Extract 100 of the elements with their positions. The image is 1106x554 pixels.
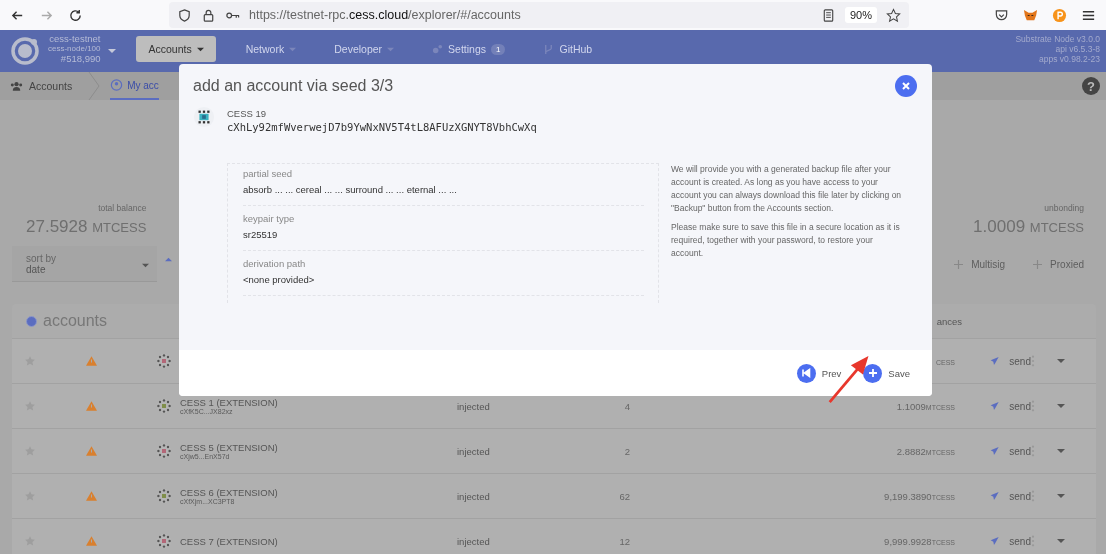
send-button[interactable]: send (990, 355, 1031, 367)
notification-badge: 1 (491, 43, 506, 55)
account-name: CESS 5 (EXTENSION) (180, 442, 279, 453)
caret-icon (142, 262, 149, 269)
help-button[interactable]: ? (1082, 77, 1100, 95)
warning-icon (86, 356, 97, 366)
identicon-icon (193, 106, 215, 128)
send-button[interactable]: send (990, 400, 1031, 412)
warning-icon (86, 401, 97, 411)
version-text: apps v0.98.2-23 (1039, 54, 1100, 64)
save-button[interactable]: Save (863, 363, 910, 383)
caret-icon[interactable] (108, 47, 117, 55)
paper-plane-icon (990, 400, 1000, 412)
send-button[interactable]: send (990, 535, 1031, 547)
identicon-icon (156, 398, 172, 414)
zoom-level[interactable]: 90% (844, 7, 877, 23)
reload-icon[interactable] (68, 7, 83, 23)
field-value: sr25519 (243, 229, 279, 240)
modal-title: add an account via seed 3/3 (193, 77, 394, 95)
user-icon (110, 79, 124, 91)
field-value: absorb ... ... cereal ... ... surround ... ... eternal ... ... (243, 184, 458, 195)
plus-icon (1033, 259, 1043, 269)
sort-dropdown[interactable]: sort by date (12, 246, 157, 282)
account-name: CESS 19 (227, 108, 268, 119)
field-label: partial seed (243, 168, 294, 179)
help-paragraph: We will provide you with a generated backup file after your account is created. As long as you have access to your account you can always download this file later by clicking on "Backup" button from the Accounts section. (671, 163, 903, 215)
table-cell-text: injected (457, 490, 491, 502)
summary-value: 27.5928 MTCESS (26, 217, 147, 237)
version-text: Substrate Node v3.0.0 (1015, 34, 1100, 44)
paper-plane-icon (990, 535, 1000, 547)
table-cell-text: injected (457, 445, 491, 457)
shield-icon (177, 7, 192, 23)
button-icon (796, 363, 816, 383)
caret-icon[interactable] (1057, 492, 1065, 500)
identicon-icon (156, 533, 172, 549)
account-name: CESS 7 (EXTENSION) (180, 535, 279, 547)
plus-icon (954, 259, 964, 269)
send-button[interactable]: send (990, 490, 1031, 502)
caret-icon (387, 45, 395, 53)
identicon-icon (156, 353, 172, 369)
users-icon (10, 80, 23, 92)
sort-direction-icon[interactable] (165, 255, 172, 263)
account-address: cXhLy92mfWverwejD7b9YwNxNV5T4tL8AFUzXGNYT8VbhCwXq (227, 121, 537, 133)
nav-tab[interactable]: Network (237, 36, 305, 62)
field-label: derivation path (243, 258, 307, 269)
warning-icon (86, 491, 97, 501)
paper-plane-icon (990, 445, 1000, 457)
nav-tab[interactable]: Accounts (136, 36, 216, 62)
caret-icon[interactable] (1057, 447, 1065, 455)
caret-icon[interactable] (1057, 537, 1065, 545)
dot-icon (26, 315, 37, 327)
table-cell-text: 4 (623, 400, 630, 412)
account-name: CESS 1 (EXTENSION) (180, 397, 279, 408)
version-text: api v6.5.3-8 (1055, 44, 1100, 54)
column-header: ances (936, 315, 962, 327)
warning-icon (86, 536, 97, 546)
table-cell-text: injected (457, 535, 491, 547)
help-paragraph: Please make sure to save this file in a secure location as it is required, together with your password, to restore your account. (671, 221, 901, 260)
account-name: CESS 6 (EXTENSION) (180, 487, 279, 498)
close-icon (901, 81, 911, 91)
add-button[interactable]: Proxied (1033, 258, 1084, 270)
nav-tab[interactable]: Developer (326, 36, 403, 62)
warning-icon (86, 446, 97, 456)
table-cell-text: injected (457, 400, 491, 412)
summary-value: 1.0009 MTCESS (973, 217, 1084, 237)
summary-label: unbonding (1044, 203, 1084, 213)
fork-icon (543, 43, 555, 55)
logo-icon (10, 36, 40, 66)
caret-icon[interactable] (1057, 357, 1065, 365)
nav-tab[interactable]: Settings 1 (424, 36, 514, 62)
identicon-icon (156, 488, 172, 504)
field-value: <none provided> (243, 274, 316, 285)
paper-plane-icon (990, 490, 1000, 502)
breadcrumb-tab[interactable]: My acc (110, 72, 159, 100)
prev-button[interactable]: Prev (796, 363, 842, 383)
address-bar[interactable]: https://testnet-rpc.cess.cloud/explorer/#/accounts 90% (169, 2, 909, 28)
table-cell-text: 12 (618, 535, 630, 547)
bookmark-star-icon[interactable] (886, 7, 901, 23)
close-button[interactable] (895, 75, 917, 97)
button-icon (863, 363, 883, 383)
nav-tab[interactable]: GitHub (535, 36, 601, 62)
caret-icon (289, 45, 297, 53)
field-label: keypair type (243, 213, 296, 224)
paper-plane-icon (990, 355, 1000, 367)
chevron-icon (88, 72, 101, 100)
block-number: #518,990 (60, 54, 101, 64)
pocket-icon[interactable] (994, 7, 1009, 23)
breadcrumb-tab[interactable]: Accounts (10, 72, 83, 100)
lock-icon (201, 7, 216, 23)
chain-name: cess-testnet (49, 34, 101, 44)
caret-icon[interactable] (1057, 402, 1065, 410)
send-button[interactable]: send (990, 445, 1031, 457)
table-cell-text: 62 (618, 490, 630, 502)
node-name: cess-node/100 (48, 44, 101, 54)
summary-label: total balance (98, 203, 147, 213)
table-cell-text: 2 (623, 445, 630, 457)
identicon-icon (156, 443, 172, 459)
add-button[interactable]: Multisig (954, 258, 1006, 270)
fox-icon[interactable] (1023, 7, 1038, 23)
caret-icon (196, 45, 204, 53)
